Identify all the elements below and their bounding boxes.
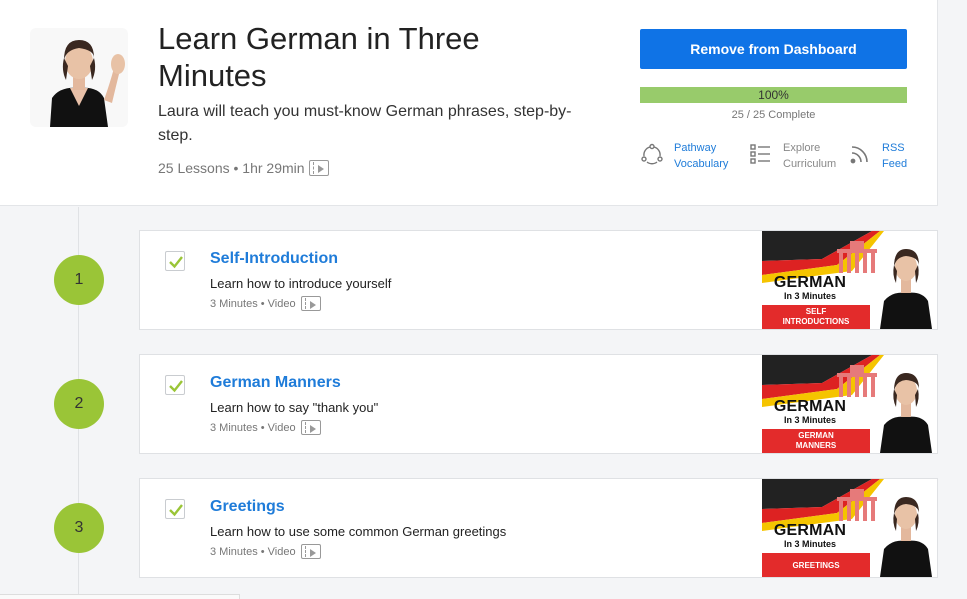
- checkmark-icon: [169, 504, 183, 517]
- rss-feed-label: RSS Feed: [882, 140, 907, 172]
- video-icon: [308, 160, 329, 176]
- instructor-avatar: [30, 28, 128, 127]
- video-icon: [300, 296, 321, 311]
- lesson-meta: 3 Minutes • Video: [210, 296, 321, 311]
- lesson-title[interactable]: German Manners: [210, 374, 341, 392]
- course-title: Learn German in Three Minutes: [158, 21, 480, 93]
- thumb-title: GERMAN: [773, 398, 847, 415]
- lesson-number-badge: 2: [54, 379, 104, 429]
- lesson-thumbnail[interactable]: GERMAN In 3 Minutes GREETINGS: [762, 479, 937, 577]
- checkmark-icon: [169, 380, 183, 393]
- list-icon: [749, 140, 773, 168]
- thumb-banner-line2: MANNERS: [795, 441, 837, 450]
- link-line2: Curriculum: [783, 158, 837, 170]
- lesson-card[interactable]: Self-Introduction Learn how to introduce…: [139, 230, 938, 330]
- lesson-description: Learn how to say "thank you": [210, 400, 379, 415]
- pathway-vocabulary-label: Pathway Vocabulary: [674, 140, 728, 172]
- lesson-thumbnail[interactable]: GERMAN In 3 Minutes SELF INTRODUCTIONS: [762, 231, 937, 329]
- lesson-meta-text: 3 Minutes • Video: [210, 297, 296, 310]
- progress-percent: 100%: [758, 88, 789, 102]
- lesson-title[interactable]: Greetings: [210, 498, 285, 516]
- link-line1: Pathway: [674, 142, 717, 154]
- course-description: Laura will teach you must-know German ph…: [158, 103, 572, 144]
- completed-checkbox[interactable]: [165, 499, 185, 519]
- explore-curriculum-link[interactable]: Explore Curriculum: [749, 140, 836, 172]
- lesson-description: Learn how to introduce yourself: [210, 276, 392, 291]
- lesson-description: Learn how to use some common German gree…: [210, 524, 507, 539]
- thumb-banner-line1: GERMAN: [798, 431, 834, 440]
- progress-bar: 100%: [640, 87, 907, 103]
- link-line1: Explore: [783, 142, 821, 154]
- thumb-subtitle: In 3 Minutes: [783, 291, 836, 301]
- remove-from-dashboard-button[interactable]: Remove from Dashboard: [640, 29, 907, 69]
- lesson-title[interactable]: Self-Introduction: [210, 250, 338, 268]
- video-icon: [300, 420, 321, 435]
- thumb-banner-text: GREETINGS: [764, 561, 868, 571]
- thumb-banner-line2: INTRODUCTIONS: [782, 317, 850, 326]
- bottom-panel-edge: [0, 594, 240, 599]
- lesson-number-badge: 1: [54, 255, 104, 305]
- rss-feed-link[interactable]: RSS Feed: [848, 140, 907, 172]
- thumb-title: GERMAN: [773, 522, 847, 539]
- thumb-subtitle: In 3 Minutes: [783, 415, 836, 425]
- thumb-banner-text: SELF INTRODUCTIONS: [764, 307, 868, 327]
- pathway-vocabulary-link[interactable]: Pathway Vocabulary: [640, 140, 728, 172]
- lesson-meta-text: 3 Minutes • Video: [210, 545, 296, 558]
- lesson-thumbnail[interactable]: GERMAN In 3 Minutes GERMAN MANNERS: [762, 355, 937, 453]
- thumb-banner-text: GERMAN MANNERS: [764, 431, 868, 451]
- link-line1: RSS: [882, 142, 905, 154]
- lesson-number-badge: 3: [54, 503, 104, 553]
- thumb-title: GERMAN: [773, 274, 847, 291]
- completed-checkbox[interactable]: [165, 251, 185, 271]
- completed-checkbox[interactable]: [165, 375, 185, 395]
- explore-curriculum-label: Explore Curriculum: [783, 140, 836, 172]
- lesson-meta-text: 3 Minutes • Video: [210, 421, 296, 434]
- lesson-card[interactable]: German Manners Learn how to say "thank y…: [139, 354, 938, 454]
- thumb-banner-line1: SELF: [805, 307, 827, 316]
- link-line2: Vocabulary: [674, 158, 729, 170]
- pathway-icon: [640, 140, 664, 168]
- lesson-card[interactable]: Greetings Learn how to use some common G…: [139, 478, 938, 578]
- progress-text: 25 / 25 Complete: [731, 109, 816, 121]
- course-header: Learn German in Three Minutes Laura will…: [0, 0, 938, 206]
- lesson-meta: 3 Minutes • Video: [210, 420, 321, 435]
- course-meta-text: 25 Lessons • 1hr 29min: [158, 160, 305, 176]
- checkmark-icon: [169, 256, 183, 269]
- thumb-banner-line1: GREETINGS: [792, 561, 840, 570]
- course-links: Pathway Vocabulary Explore Curriculum RS…: [640, 140, 920, 174]
- video-icon: [300, 544, 321, 559]
- rss-icon: [848, 140, 872, 168]
- thumb-subtitle: In 3 Minutes: [783, 539, 836, 549]
- lesson-meta: 3 Minutes • Video: [210, 544, 321, 559]
- link-line2: Feed: [882, 158, 908, 170]
- course-meta: 25 Lessons • 1hr 29min: [158, 160, 329, 176]
